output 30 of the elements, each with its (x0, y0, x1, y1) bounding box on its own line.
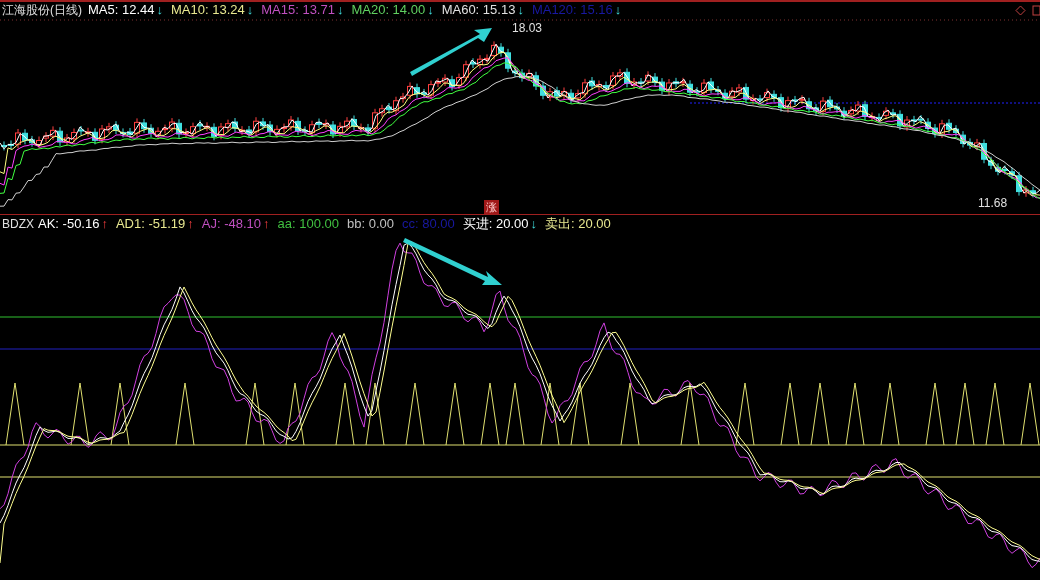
down-arrow: ↓ (517, 1, 524, 20)
indicator-value: AK: -50.16 (38, 215, 100, 234)
indicator-value: cc: 80.00 (402, 215, 455, 234)
stock-title: 江海股份(日线) (2, 2, 82, 19)
indicator-value: 买进: 20.00 (462, 215, 529, 234)
up-arrow: ↑ (187, 215, 194, 234)
indicator-value: aa: 100.00 (277, 215, 340, 234)
down-arrow: ↓ (336, 1, 344, 20)
indicator-value: bb: 0.00 (347, 215, 395, 234)
diamond-icon[interactable] (1015, 5, 1026, 16)
down-arrow: ↓ (530, 215, 538, 234)
down-arrow: ↓ (246, 1, 254, 20)
indicator-value: MA15: 13.71 (261, 1, 335, 20)
indicator-title: BDZX (2, 216, 34, 233)
rise-marker: 涨 (484, 200, 499, 214)
indicator-value: MA10: 13.24 (171, 1, 245, 20)
indicator-value: MA60: 15.13 (441, 1, 516, 20)
down-arrow: ↓ (614, 1, 622, 20)
indicator-value: AD1: -51.19 (115, 215, 186, 234)
up-arrow: ↑ (101, 215, 108, 234)
down-arrow: ↓ (156, 1, 163, 20)
indicator-value: MA120: 15.16 (531, 1, 613, 20)
indicator-value: 卖出: 20.00 (545, 215, 611, 234)
indicator-value: MA5: 12.44 (88, 1, 155, 20)
low-price-label: 11.68 (978, 195, 1008, 212)
high-price-label: 18.03 (512, 20, 543, 37)
indicator-value: MA20: 14.00 (351, 1, 426, 20)
indicator-value: AJ: -48.10 (201, 215, 262, 234)
down-arrow: ↓ (427, 1, 434, 20)
up-arrow: ↑ (263, 215, 270, 234)
